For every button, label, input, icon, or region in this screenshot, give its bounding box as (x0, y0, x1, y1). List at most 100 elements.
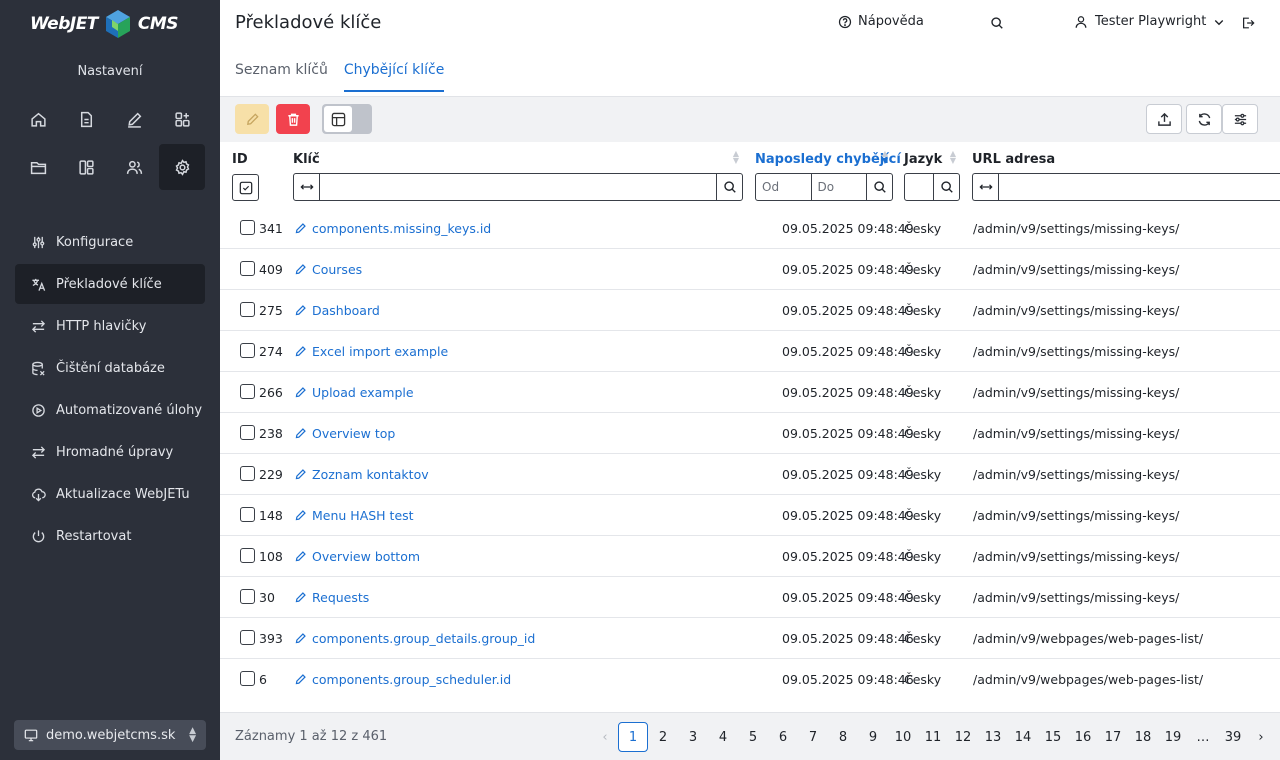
column-header-url[interactable]: URL adresa (972, 152, 1055, 167)
page-button[interactable]: 19 (1158, 722, 1188, 752)
page-button[interactable]: 8 (828, 722, 858, 752)
page-button[interactable]: 16 (1068, 722, 1098, 752)
page-button[interactable]: 11 (918, 722, 948, 752)
date-from-input[interactable] (756, 174, 811, 200)
previous-page-icon[interactable]: ‹ (592, 722, 618, 752)
reload-button[interactable] (1186, 104, 1222, 134)
templates-icon[interactable] (63, 144, 109, 190)
row-checkbox[interactable] (240, 425, 255, 440)
domain-select[interactable]: demo.webjetcms.sk ▲ ▼ (14, 720, 206, 750)
row-key-link[interactable]: Zoznam kontaktov (294, 467, 429, 482)
page-button[interactable]: 17 (1098, 722, 1128, 752)
table-row[interactable]: 393 components.group_details.group_id 09… (220, 618, 1280, 659)
sort-desc-icon[interactable]: ▲ ▼ (880, 150, 890, 166)
export-button[interactable] (1146, 104, 1182, 134)
page-button[interactable]: 6 (768, 722, 798, 752)
search-icon[interactable] (866, 174, 892, 200)
table-row[interactable]: 275 Dashboard 09.05.2025 09:48:49 Česky … (220, 290, 1280, 331)
tab-chybejici-klice[interactable]: Chybějící klíče (343, 52, 445, 92)
sidebar-item-aktualizace[interactable]: Aktualizace WebJETu (15, 474, 205, 514)
table-row[interactable]: 341 components.missing_keys.id 09.05.202… (220, 208, 1280, 249)
pages-icon[interactable] (63, 96, 109, 142)
table-row[interactable]: 274 Excel import example 09.05.2025 09:4… (220, 331, 1280, 372)
row-checkbox[interactable] (240, 466, 255, 481)
sidebar-item-konfigurace[interactable]: Konfigurace (15, 222, 205, 262)
page-button[interactable]: 2 (648, 722, 678, 752)
page-button[interactable]: 39 (1218, 722, 1248, 752)
table-row[interactable]: 409 Courses 09.05.2025 09:48:49 Česky /a… (220, 249, 1280, 290)
page-button[interactable]: 13 (978, 722, 1008, 752)
table-row[interactable]: 266 Upload example 09.05.2025 09:48:49 Č… (220, 372, 1280, 413)
edit-icon[interactable] (111, 96, 157, 142)
url-filter-input[interactable] (999, 174, 1280, 200)
row-key-link[interactable]: Upload example (294, 385, 414, 400)
search-icon[interactable] (716, 174, 742, 200)
filter-mode-icon[interactable] (294, 174, 320, 200)
help-link[interactable]: Nápověda (838, 14, 924, 29)
row-checkbox[interactable] (240, 220, 255, 235)
table-row[interactable]: 6 components.group_scheduler.id 09.05.20… (220, 659, 1280, 700)
language-filter-input[interactable] (905, 174, 933, 200)
row-key-link[interactable]: Excel import example (294, 344, 448, 359)
home-icon[interactable] (15, 96, 61, 142)
row-key-link[interactable]: Requests (294, 590, 369, 605)
row-checkbox[interactable] (240, 630, 255, 645)
row-key-link[interactable]: components.missing_keys.id (294, 221, 491, 236)
table-row[interactable]: 148 Menu HASH test 09.05.2025 09:48:49 Č… (220, 495, 1280, 536)
row-key-link[interactable]: components.group_scheduler.id (294, 672, 511, 687)
page-button[interactable]: 3 (678, 722, 708, 752)
user-menu[interactable]: Tester Playwright (1074, 14, 1225, 29)
row-key-link[interactable]: Overview top (294, 426, 395, 441)
row-key-link[interactable]: Dashboard (294, 303, 380, 318)
next-page-icon[interactable]: › (1248, 722, 1274, 752)
row-key-link[interactable]: Menu HASH test (294, 508, 414, 523)
sidebar-item-http-hlavicky[interactable]: HTTP hlavičky (15, 306, 205, 346)
key-filter-input[interactable] (320, 174, 716, 200)
page-button[interactable]: 12 (948, 722, 978, 752)
users-icon[interactable] (111, 144, 157, 190)
row-checkbox[interactable] (240, 548, 255, 563)
tab-seznam-klicu[interactable]: Seznam klíčů (235, 52, 328, 92)
row-checkbox[interactable] (240, 343, 255, 358)
sidebar-item-prekladove-klice[interactable]: Překladové klíče (15, 264, 205, 304)
sort-icon[interactable]: ▲ ▼ (948, 150, 958, 166)
sidebar-item-hromadne-upravy[interactable]: Hromadné úpravy (15, 432, 205, 472)
table-row[interactable]: 238 Overview top 09.05.2025 09:48:49 Čes… (220, 413, 1280, 454)
page-button[interactable]: 14 (1008, 722, 1038, 752)
sort-icon[interactable]: ▲ ▼ (731, 150, 741, 166)
row-key-link[interactable]: components.group_details.group_id (294, 631, 535, 646)
table-settings-button[interactable] (1222, 104, 1258, 134)
column-header-language[interactable]: Jazyk (904, 152, 942, 167)
apps-icon[interactable] (159, 96, 205, 142)
sidebar-item-cisteni-databaze[interactable]: Čištění databáze (15, 348, 205, 388)
sidebar-item-automatizovane-ulohy[interactable]: Automatizované úlohy (15, 390, 205, 430)
settings-icon[interactable] (159, 144, 205, 190)
column-header-id[interactable]: ID (232, 152, 248, 167)
row-checkbox[interactable] (240, 302, 255, 317)
page-button[interactable]: 4 (708, 722, 738, 752)
table-row[interactable]: 229 Zoznam kontaktov 09.05.2025 09:48:49… (220, 454, 1280, 495)
row-checkbox[interactable] (240, 384, 255, 399)
page-button[interactable]: 5 (738, 722, 768, 752)
page-button[interactable]: 10 (888, 722, 918, 752)
search-icon[interactable] (933, 174, 959, 200)
select-all-checkbox[interactable] (232, 174, 259, 201)
webjet-logo[interactable]: WebJET CMS (30, 8, 179, 40)
page-button[interactable]: 1 (618, 722, 648, 752)
edit-button[interactable] (235, 104, 269, 134)
page-button[interactable]: 18 (1128, 722, 1158, 752)
row-checkbox[interactable] (240, 261, 255, 276)
delete-button[interactable] (276, 104, 310, 134)
table-row[interactable]: 108 Overview bottom 09.05.2025 09:48:49 … (220, 536, 1280, 577)
page-button[interactable]: 15 (1038, 722, 1068, 752)
filter-mode-icon[interactable] (973, 174, 999, 200)
folder-icon[interactable] (15, 144, 61, 190)
row-checkbox[interactable] (240, 507, 255, 522)
page-button[interactable]: 7 (798, 722, 828, 752)
date-to-input[interactable] (811, 174, 866, 200)
row-key-link[interactable]: Overview bottom (294, 549, 420, 564)
columns-toggle-button[interactable] (322, 104, 372, 134)
search-icon[interactable] (990, 16, 1004, 34)
table-row[interactable]: 30 Requests 09.05.2025 09:48:49 Česky /a… (220, 577, 1280, 618)
row-checkbox[interactable] (240, 589, 255, 604)
